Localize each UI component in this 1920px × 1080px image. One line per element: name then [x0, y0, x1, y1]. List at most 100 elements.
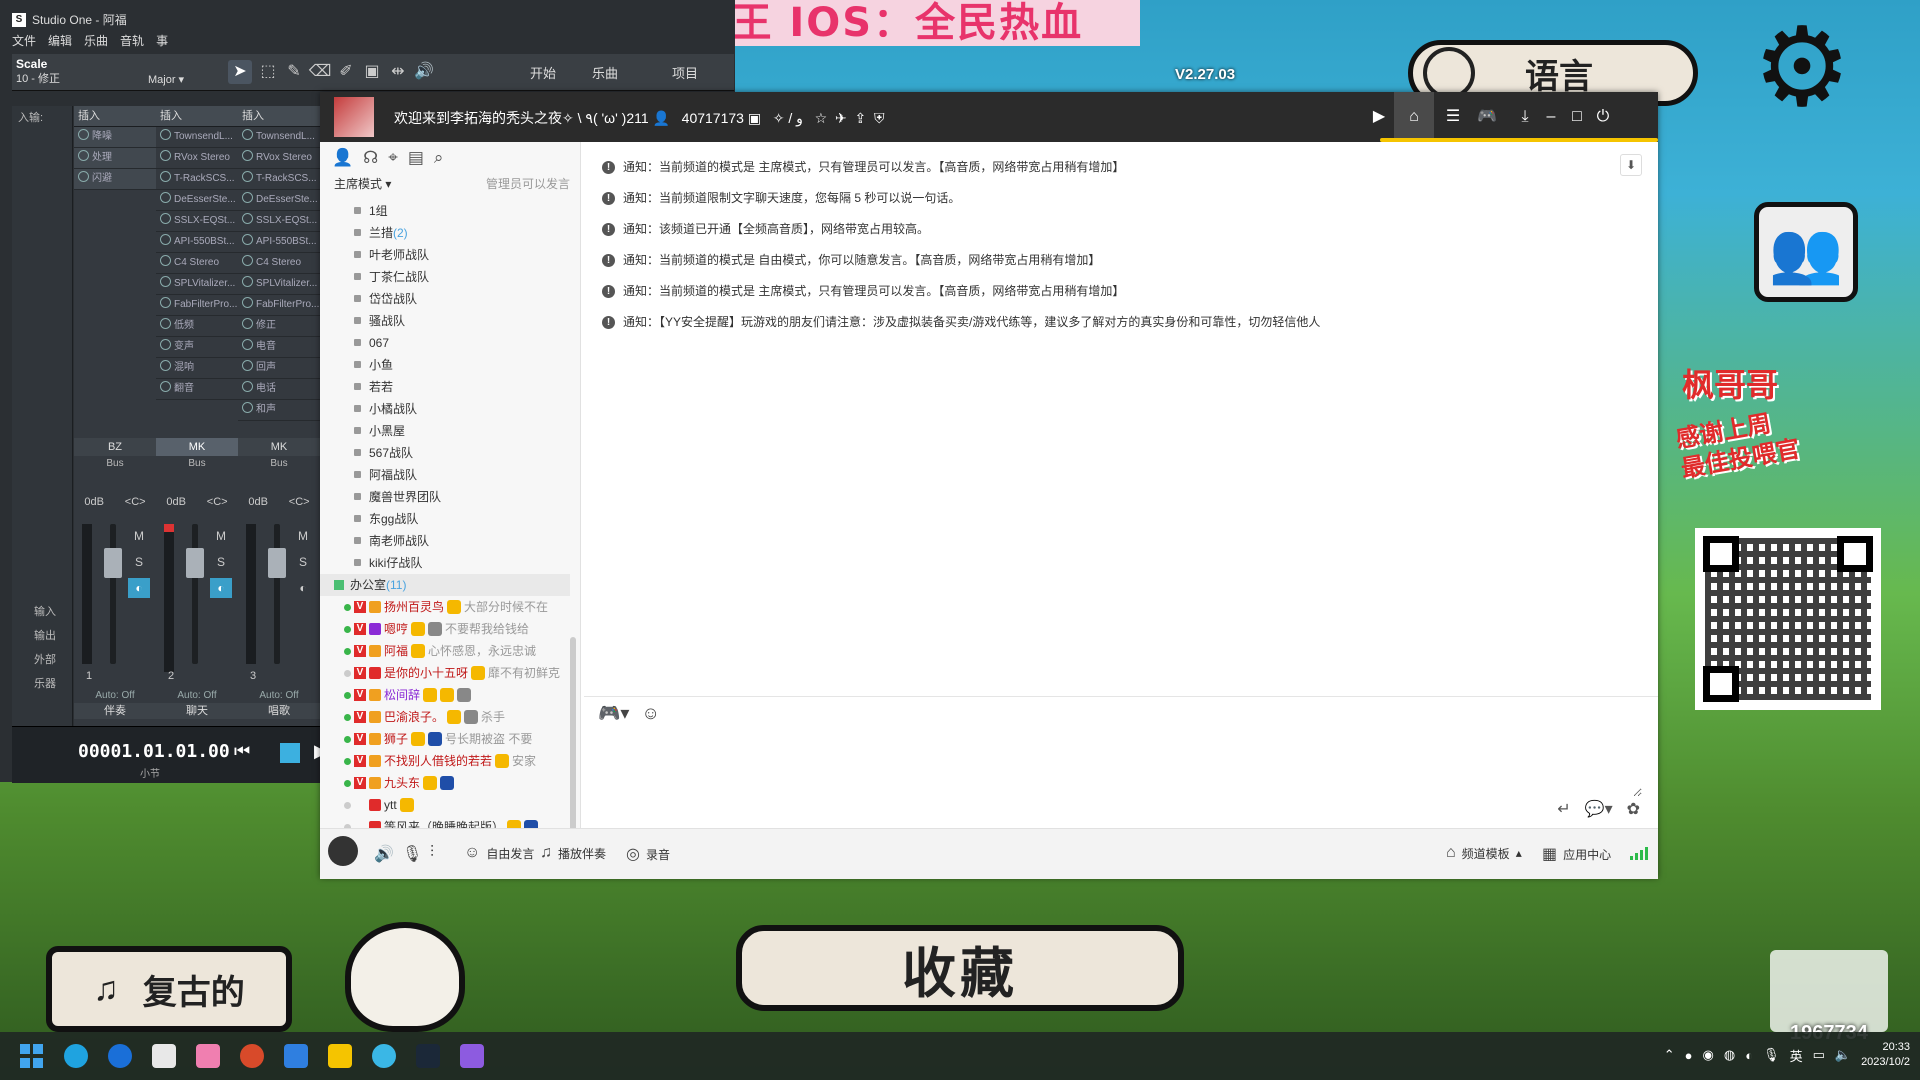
list-icon[interactable]: ☰ [1442, 106, 1464, 128]
arrow-tool-icon[interactable]: ➤ [228, 60, 252, 84]
channel-item[interactable]: 若若 [320, 376, 570, 398]
left-label-output[interactable]: 输出 [12, 624, 72, 648]
app-bird-icon[interactable] [240, 1044, 264, 1068]
scroll-down-icon[interactable]: ⬇ [1620, 154, 1642, 176]
power-icon[interactable] [78, 171, 89, 182]
insert-slot[interactable]: C4 Stereo [238, 253, 320, 274]
fader-handle[interactable] [186, 548, 204, 578]
scale-key-select[interactable]: Major ▾ [148, 73, 184, 86]
channel-item[interactable]: 小黑屋 [320, 420, 570, 442]
pan-readout[interactable]: <C> [207, 496, 228, 508]
mute-button[interactable]: M [292, 526, 314, 546]
solo-button[interactable]: S [210, 552, 232, 572]
kugou-icon[interactable] [108, 1044, 132, 1068]
menu-edit[interactable]: 编辑 [48, 30, 72, 52]
scale-display[interactable]: Scale 10 - 修正 [16, 57, 60, 86]
mute-tool-icon[interactable]: ▣ [360, 60, 384, 84]
split-tool-icon[interactable]: ⇹ [386, 60, 410, 84]
channel-item[interactable]: kiki仔战队 [320, 552, 570, 574]
maximize-icon[interactable]: □ [1566, 106, 1588, 128]
insert-slot[interactable]: C4 Stereo [156, 253, 238, 274]
pan-readout[interactable]: <C> [125, 496, 146, 508]
user-row[interactable]: V 狮子 号长期被盗 不要 [320, 728, 570, 750]
strip-bus[interactable]: Bus [74, 458, 156, 469]
people-icon[interactable]: 👥 [1754, 202, 1858, 302]
video-icon[interactable]: ▶ [1368, 106, 1390, 128]
user-row[interactable]: V 扬州百灵鸟 大部分时候不在 [320, 596, 570, 618]
volume-fader[interactable] [192, 524, 198, 664]
insert-header[interactable]: 插入 [156, 106, 238, 127]
mute-button[interactable]: M [128, 526, 150, 546]
menu-file[interactable]: 文件 [12, 30, 36, 52]
chat-input[interactable] [598, 733, 1642, 797]
insert-slot[interactable]: 混响 [156, 358, 238, 379]
channel-item[interactable]: 岱岱战队 [320, 288, 570, 310]
power-icon[interactable] [78, 129, 89, 140]
menu-track[interactable]: 音轨 [120, 30, 144, 52]
range-tool-icon[interactable]: ⬚ [256, 60, 280, 84]
fader-handle[interactable] [268, 548, 286, 578]
channel-item[interactable]: 丁茶仁战队 [320, 266, 570, 288]
solo-button[interactable]: S [292, 552, 314, 572]
start-button[interactable]: 开始 [530, 63, 556, 82]
user-row[interactable]: V 阿福 心怀感恩，永远忠诚 [320, 640, 570, 662]
network-icon[interactable]: ▭ [1813, 1047, 1825, 1063]
rewind-icon[interactable]: ⏮ [234, 741, 250, 762]
favorite-button[interactable]: 收藏 [736, 925, 1184, 1011]
ime-indicator[interactable]: 英 [1790, 1046, 1803, 1065]
volume-fader[interactable] [110, 524, 116, 664]
insert-slot[interactable]: API-550BSt... [156, 232, 238, 253]
yy-tray-icon[interactable]: ◐ [1745, 1048, 1753, 1063]
strip-bus[interactable]: Bus [238, 458, 320, 469]
channel-item[interactable]: 小鱼 [320, 354, 570, 376]
menu-song[interactable]: 乐曲 [84, 30, 108, 52]
gamepad-icon[interactable]: 🎮 [1476, 106, 1498, 128]
left-label-instrument[interactable]: 乐器 [12, 672, 72, 696]
channel-group-office[interactable]: 办公室(11) [320, 574, 570, 596]
channel-item[interactable]: 067 [320, 332, 570, 354]
user-row[interactable]: V 不找别人借钱的若若 安家 [320, 750, 570, 772]
chat-bubble-icon[interactable]: 💬▾ [1585, 799, 1613, 819]
stop-button[interactable] [280, 743, 300, 763]
insert-slot[interactable]: SSLX-EQSt... [238, 211, 320, 232]
app-center-button[interactable]: ▦ 应用中心 [1542, 844, 1611, 864]
minimize-icon[interactable]: – [1540, 106, 1562, 128]
insert-slot[interactable]: 闪避 [74, 169, 156, 190]
volume-fader[interactable] [274, 524, 280, 664]
insert-slot[interactable]: 回声 [238, 358, 320, 379]
pencil-tool-icon[interactable]: ✎ [282, 60, 306, 84]
enter-icon[interactable]: ↵ [1557, 799, 1570, 819]
channel-avatar[interactable] [334, 97, 374, 137]
free-speak-button[interactable]: ☺ 自由发言 [464, 844, 534, 862]
strip-name[interactable]: MK [156, 438, 238, 456]
mute-button[interactable]: M [210, 526, 232, 546]
volume-readout[interactable]: 0dB [248, 496, 268, 508]
channel-label[interactable]: 唱歌 [238, 703, 320, 719]
tray-app-icon[interactable]: ● [1685, 1048, 1693, 1063]
channel-item[interactable]: 1组 [320, 200, 570, 222]
user-row[interactable]: ytt [320, 794, 570, 816]
skull-icon[interactable] [345, 922, 465, 1032]
mic-icon[interactable]: 🎙 [402, 844, 422, 864]
insert-slot[interactable]: SPLVitalizer... [238, 274, 320, 295]
insert-slot[interactable]: RVox Stereo [156, 148, 238, 169]
left-label-external[interactable]: 外部 [12, 648, 72, 672]
channel-item[interactable]: 567战队 [320, 442, 570, 464]
automation-mode[interactable]: Auto: Off [74, 690, 156, 701]
menu-event[interactable]: 事 [156, 30, 168, 52]
insert-slot[interactable]: 电音 [238, 337, 320, 358]
yy-icon[interactable] [328, 1044, 352, 1068]
my-avatar[interactable] [328, 836, 358, 866]
channel-item[interactable]: 骚战队 [320, 310, 570, 332]
search-icon[interactable]: ⌕ [434, 148, 444, 172]
channel-item[interactable]: 阿福战队 [320, 464, 570, 486]
speaker-icon[interactable]: 🔊 [374, 844, 394, 864]
strip-name[interactable]: MK [238, 438, 320, 456]
app-blue-icon[interactable] [284, 1044, 308, 1068]
song-button[interactable]: 乐曲 [592, 63, 618, 82]
user-row[interactable]: V 松间辞 [320, 684, 570, 706]
left-label-input[interactable]: 输入 [12, 600, 72, 624]
channel-item[interactable]: 叶老师战队 [320, 244, 570, 266]
insert-slot[interactable]: 低频 [156, 316, 238, 337]
listen-tool-icon[interactable]: 🔊 [412, 60, 436, 84]
